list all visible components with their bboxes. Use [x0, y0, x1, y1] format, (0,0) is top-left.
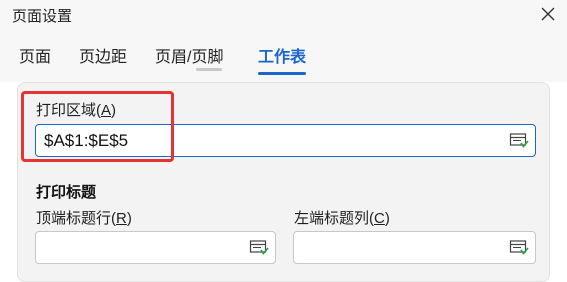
tab-header-footer[interactable]: 页眉/页脚: [155, 43, 223, 67]
range-select-icon[interactable]: [509, 132, 529, 150]
tab-scroll-indicator: [196, 68, 222, 71]
left-cols-label-text: 左端标题列(: [294, 210, 374, 227]
tab-margins[interactable]: 页边距: [79, 43, 127, 67]
left-cols-field[interactable]: [293, 231, 536, 264]
active-tab-indicator: [258, 72, 306, 75]
left-cols-hotkey: C: [374, 210, 385, 227]
close-button[interactable]: [537, 3, 559, 25]
print-area-hotkey: A: [101, 102, 112, 119]
tab-page[interactable]: 页面: [19, 43, 51, 67]
close-icon: [541, 7, 555, 21]
top-rows-label-suffix: ): [126, 210, 132, 227]
tab-sheet[interactable]: 工作表: [258, 43, 306, 67]
print-area-field[interactable]: [35, 124, 536, 157]
print-area-label-suffix: ): [111, 102, 117, 119]
top-rows-hotkey: R: [116, 210, 127, 227]
print-area-label: 打印区域(A): [36, 99, 116, 120]
print-area-input[interactable]: [44, 131, 444, 151]
top-rows-field[interactable]: [35, 231, 276, 264]
print-area-label-text: 打印区域(: [36, 102, 101, 119]
print-titles-heading: 打印标题: [36, 184, 97, 201]
left-cols-label: 左端标题列(C): [294, 207, 390, 228]
range-select-icon[interactable]: [509, 239, 529, 257]
top-rows-input[interactable]: [44, 238, 236, 258]
left-cols-label-suffix: ): [384, 210, 390, 227]
title-bar: 页面设置: [0, 0, 567, 30]
top-rows-label-text: 顶端标题行(: [36, 210, 116, 227]
top-rows-label: 顶端标题行(R): [36, 207, 132, 228]
window-title: 页面设置: [12, 8, 73, 25]
left-cols-input[interactable]: [302, 238, 495, 258]
range-select-icon[interactable]: [249, 239, 269, 257]
